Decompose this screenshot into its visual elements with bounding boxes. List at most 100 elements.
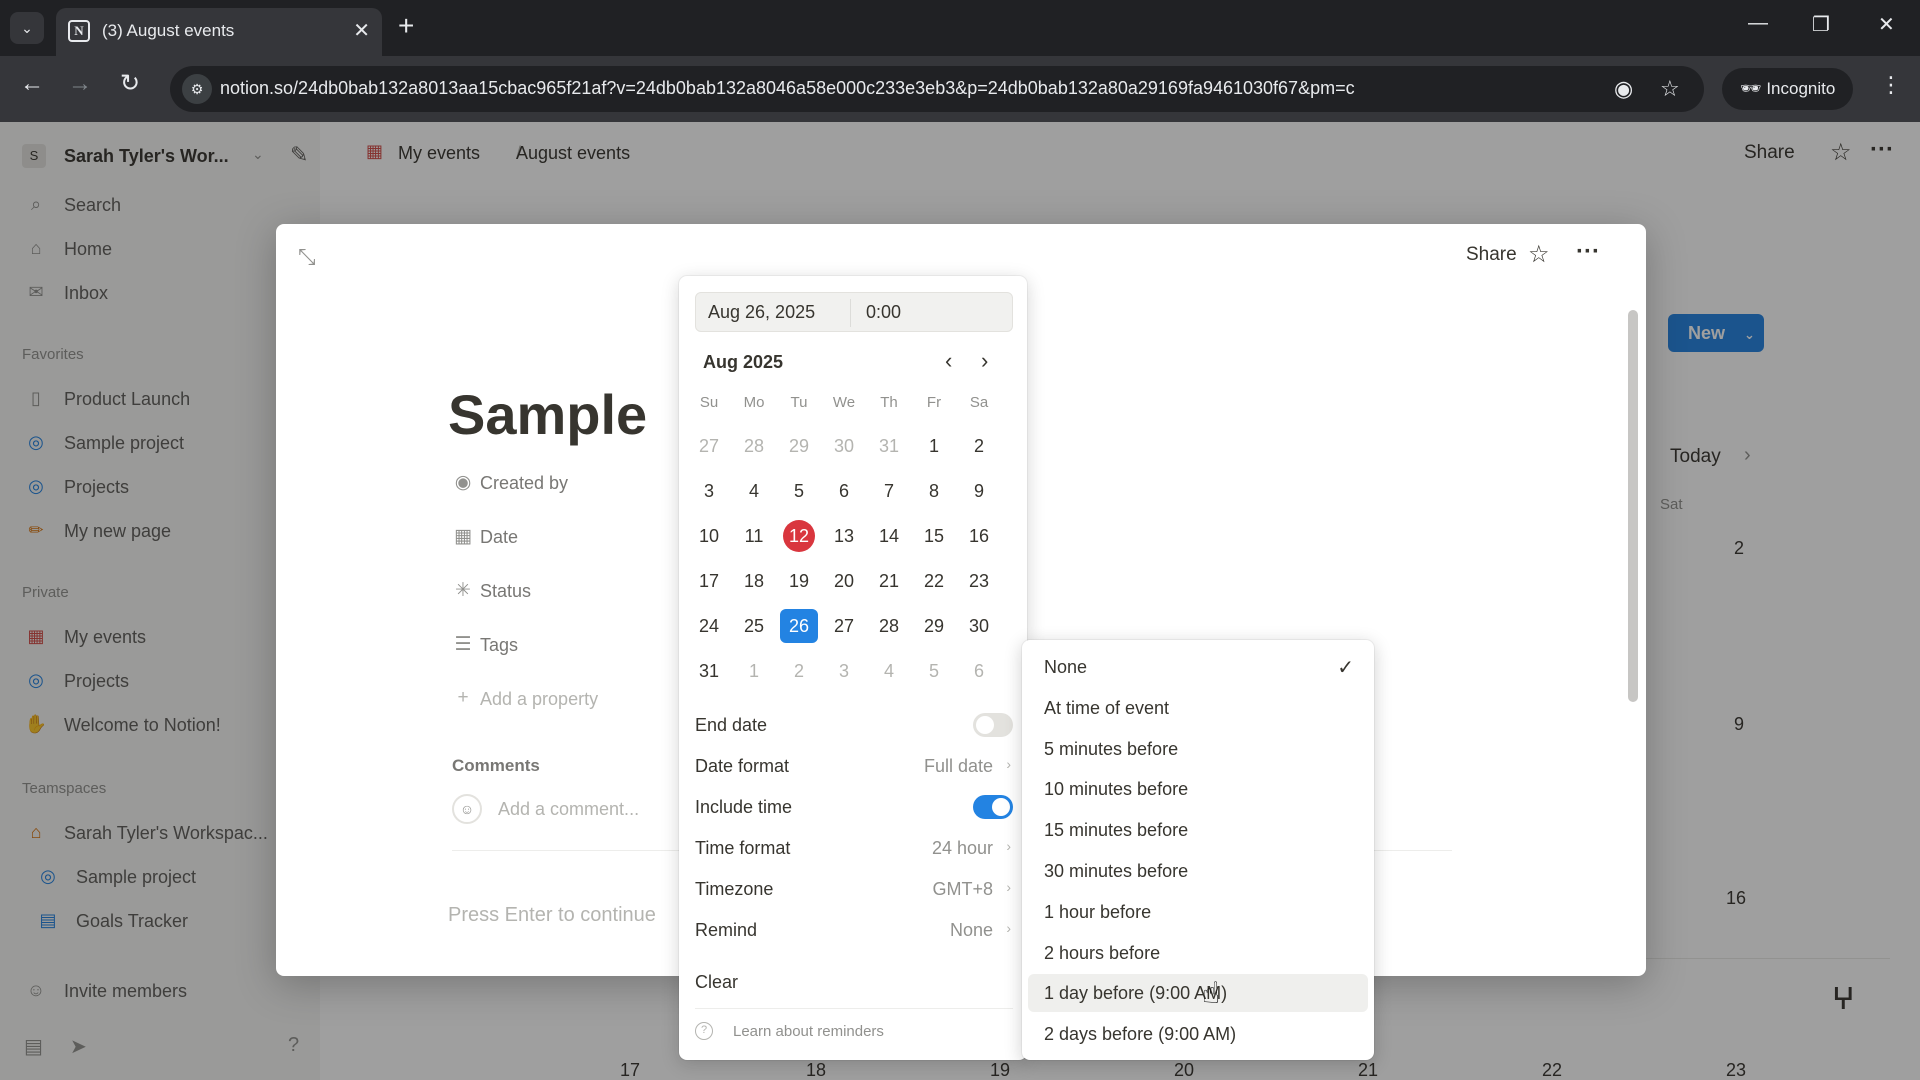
- calendar-day[interactable]: 5: [915, 654, 953, 688]
- remind-option[interactable]: 10 minutes before: [1028, 770, 1368, 808]
- remind-option[interactable]: 1 day before (9:00 AM): [1028, 974, 1368, 1013]
- calendar-day[interactable]: 30: [825, 429, 863, 463]
- minimize-icon[interactable]: —: [1748, 12, 1768, 35]
- add-property-button[interactable]: + Add a property: [452, 684, 652, 716]
- chevron-right-icon[interactable]: ›: [981, 348, 988, 374]
- back-icon[interactable]: ←: [20, 72, 44, 96]
- property-status[interactable]: ✳ Status: [452, 576, 652, 608]
- page-title[interactable]: Sample: [448, 382, 647, 447]
- calendar-day[interactable]: 3: [825, 654, 863, 688]
- remind-row[interactable]: Remind None ›: [695, 913, 1013, 947]
- calendar-day[interactable]: 10: [690, 519, 728, 553]
- end-date-toggle[interactable]: [973, 713, 1013, 737]
- calendar-day[interactable]: 1: [915, 429, 953, 463]
- calendar-day[interactable]: 14: [870, 519, 908, 553]
- calendar-day[interactable]: 16: [960, 519, 998, 553]
- remind-option-label: 10 minutes before: [1044, 779, 1189, 800]
- remind-option[interactable]: 30 minutes before: [1028, 852, 1368, 890]
- remind-option[interactable]: At time of event: [1028, 689, 1368, 727]
- modal-share-button[interactable]: Share: [1466, 244, 1517, 266]
- calendar-day[interactable]: 11: [735, 519, 773, 553]
- calendar-day[interactable]: 29: [780, 429, 818, 463]
- calendar-day[interactable]: 7: [870, 474, 908, 508]
- calendar-day[interactable]: 5: [780, 474, 818, 508]
- calendar-day[interactable]: 28: [735, 429, 773, 463]
- calendar-day[interactable]: 31: [690, 654, 728, 688]
- chevron-left-icon[interactable]: ‹: [945, 348, 952, 374]
- incognito-label: Incognito: [1766, 79, 1836, 98]
- property-created-by[interactable]: ◉ Created by: [452, 468, 652, 500]
- calendar-day[interactable]: 9: [960, 474, 998, 508]
- incognito-badge[interactable]: 🕶 Incognito: [1722, 68, 1854, 110]
- timezone-row[interactable]: Timezone GMT+8 ›: [695, 872, 1013, 906]
- date-time-input[interactable]: Aug 26, 2025 0:00: [695, 292, 1013, 332]
- learn-about-reminders-link[interactable]: ? Learn about reminders: [695, 1018, 1013, 1048]
- forward-icon[interactable]: →: [68, 72, 92, 96]
- modal-favorite-star-icon[interactable]: ☆: [1528, 240, 1550, 269]
- bookmark-star-icon[interactable]: ☆: [1660, 76, 1680, 102]
- modal-more-options-icon[interactable]: ···: [1576, 238, 1600, 266]
- calendar-day[interactable]: 13: [825, 519, 863, 553]
- reload-icon[interactable]: ↻: [120, 72, 140, 96]
- remind-option[interactable]: 15 minutes before: [1028, 811, 1368, 849]
- restore-icon[interactable]: ❐: [1812, 12, 1830, 37]
- calendar-day[interactable]: 27: [690, 429, 728, 463]
- calendar-day[interactable]: 29: [915, 609, 953, 643]
- calendar-day[interactable]: 3: [690, 474, 728, 508]
- remind-option[interactable]: 2 hours before: [1028, 934, 1368, 972]
- open-as-full-page-icon[interactable]: ⤡: [298, 244, 316, 270]
- calendar-day[interactable]: 25: [735, 609, 773, 643]
- calendar-day[interactable]: 21: [870, 564, 908, 598]
- calendar-day[interactable]: 30: [960, 609, 998, 643]
- include-time-toggle[interactable]: [973, 795, 1013, 819]
- calendar-day[interactable]: 12: [783, 520, 815, 552]
- calendar-day[interactable]: 19: [780, 564, 818, 598]
- browser-tab[interactable]: N (3) August events ✕: [56, 8, 382, 56]
- calendar-day[interactable]: 24: [690, 609, 728, 643]
- include-time-row[interactable]: Include time: [695, 790, 1013, 824]
- calendar-day[interactable]: 15: [915, 519, 953, 553]
- page-body-placeholder[interactable]: Press Enter to continue: [448, 904, 656, 927]
- remind-option[interactable]: 2 days before (9:00 AM): [1028, 1015, 1368, 1053]
- address-bar[interactable]: ⚙ notion.so/24db0bab132a8013aa15cbac965f…: [170, 66, 1704, 112]
- calendar-day[interactable]: 18: [735, 564, 773, 598]
- tab-search-button[interactable]: ⌄: [10, 12, 44, 44]
- close-window-icon[interactable]: ✕: [1878, 12, 1895, 37]
- remind-option[interactable]: None ✓: [1028, 648, 1368, 686]
- calendar-day[interactable]: 27: [825, 609, 863, 643]
- time-input-value[interactable]: 0:00: [866, 302, 901, 323]
- property-label: Tags: [480, 635, 519, 655]
- calendar-day[interactable]: 4: [735, 474, 773, 508]
- clear-button[interactable]: Clear: [695, 965, 1013, 999]
- date-format-row[interactable]: Date format Full date ›: [695, 749, 1013, 783]
- calendar-day[interactable]: 22: [915, 564, 953, 598]
- tracking-protection-icon[interactable]: ◉: [1614, 76, 1633, 102]
- remind-option[interactable]: 5 minutes before: [1028, 730, 1368, 768]
- browser-menu-icon[interactable]: ⋮: [1880, 74, 1902, 96]
- site-settings-icon[interactable]: ⚙: [182, 74, 212, 104]
- property-tags[interactable]: ☰ Tags: [452, 630, 652, 662]
- calendar-day[interactable]: 23: [960, 564, 998, 598]
- calendar-day[interactable]: 4: [870, 654, 908, 688]
- calendar-day[interactable]: 31: [870, 429, 908, 463]
- calendar-day[interactable]: 17: [690, 564, 728, 598]
- property-date[interactable]: ▦ Date: [452, 522, 652, 554]
- url-text[interactable]: notion.so/24db0bab132a8013aa15cbac965f21…: [220, 78, 1355, 99]
- calendar-day[interactable]: 2: [780, 654, 818, 688]
- calendar-day[interactable]: 6: [960, 654, 998, 688]
- close-tab-icon[interactable]: ✕: [353, 18, 370, 43]
- remind-option[interactable]: 1 hour before: [1028, 893, 1368, 931]
- calendar-day[interactable]: 28: [870, 609, 908, 643]
- calendar-day[interactable]: 20: [825, 564, 863, 598]
- calendar-day[interactable]: 26: [780, 609, 818, 643]
- comment-input[interactable]: Add a comment...: [498, 799, 639, 820]
- calendar-day[interactable]: 6: [825, 474, 863, 508]
- calendar-day[interactable]: 1: [735, 654, 773, 688]
- date-input-value[interactable]: Aug 26, 2025: [708, 302, 815, 323]
- calendar-day[interactable]: 2: [960, 429, 998, 463]
- modal-scrollbar[interactable]: [1628, 310, 1638, 702]
- end-date-row[interactable]: End date: [695, 708, 1013, 742]
- time-format-row[interactable]: Time format 24 hour ›: [695, 831, 1013, 865]
- calendar-day[interactable]: 8: [915, 474, 953, 508]
- new-tab-icon[interactable]: +: [398, 12, 414, 40]
